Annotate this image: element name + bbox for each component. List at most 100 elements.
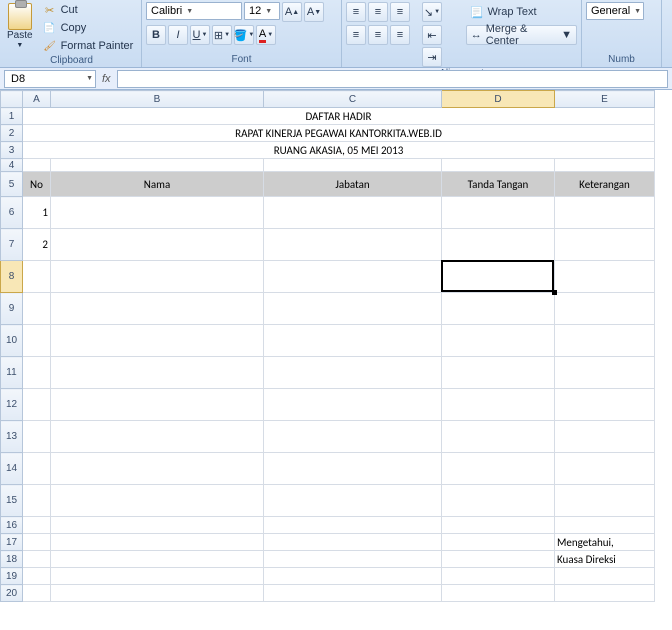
row-head[interactable]: 18 — [1, 551, 23, 568]
cell[interactable] — [555, 389, 655, 421]
cell[interactable] — [264, 585, 442, 602]
row-head[interactable]: 3 — [1, 142, 23, 159]
cell[interactable]: Mengetahui, — [555, 534, 655, 551]
cell[interactable] — [555, 293, 655, 325]
cell[interactable]: Kuasa Direksi — [555, 551, 655, 568]
cell[interactable] — [442, 534, 555, 551]
cell[interactable]: RUANG AKASIA, 05 MEI 2013 — [23, 142, 655, 159]
align-top-button[interactable]: ≡ — [346, 2, 366, 22]
row-head[interactable]: 13 — [1, 421, 23, 453]
cell[interactable] — [51, 568, 264, 585]
cell[interactable] — [23, 293, 51, 325]
font-name-combo[interactable]: Calibri▼ — [146, 2, 242, 20]
cell[interactable] — [264, 453, 442, 485]
col-head-A[interactable]: A — [23, 91, 51, 108]
cell[interactable] — [23, 517, 51, 534]
formula-input[interactable] — [117, 70, 668, 88]
cell[interactable] — [23, 389, 51, 421]
cell[interactable] — [555, 197, 655, 229]
cell[interactable] — [23, 159, 51, 172]
cell[interactable] — [51, 534, 264, 551]
cell[interactable] — [555, 585, 655, 602]
cell[interactable] — [23, 551, 51, 568]
cell[interactable] — [51, 159, 264, 172]
cell[interactable] — [555, 421, 655, 453]
table-header-cell[interactable]: Keterangan — [555, 172, 655, 197]
cell[interactable] — [264, 485, 442, 517]
row-head[interactable]: 8 — [1, 261, 23, 293]
wrap-text-button[interactable]: 📃 Wrap Text — [466, 2, 577, 22]
cell[interactable]: 1 — [23, 197, 51, 229]
cell[interactable] — [442, 159, 555, 172]
cell[interactable] — [51, 517, 264, 534]
col-head-C[interactable]: C — [264, 91, 442, 108]
cell[interactable] — [23, 325, 51, 357]
cell[interactable] — [23, 534, 51, 551]
row-head[interactable]: 1 — [1, 108, 23, 125]
grow-font-button[interactable]: A▲ — [282, 2, 302, 22]
cell[interactable] — [51, 389, 264, 421]
cell[interactable] — [51, 325, 264, 357]
cell[interactable] — [555, 453, 655, 485]
cell[interactable] — [264, 261, 442, 293]
cell[interactable] — [51, 485, 264, 517]
table-header-cell[interactable]: Nama — [51, 172, 264, 197]
cell[interactable]: DAFTAR HADIR — [23, 108, 655, 125]
row-head[interactable]: 9 — [1, 293, 23, 325]
bold-button[interactable]: B — [146, 25, 166, 45]
cell[interactable] — [264, 534, 442, 551]
shrink-font-button[interactable]: A▼ — [304, 2, 324, 22]
row-head[interactable]: 10 — [1, 325, 23, 357]
cell[interactable] — [442, 585, 555, 602]
worksheet[interactable]: A B C D E 1DAFTAR HADIR2RAPAT KINERJA PE… — [0, 90, 672, 602]
cell[interactable] — [264, 389, 442, 421]
italic-button[interactable]: I — [168, 25, 188, 45]
cell[interactable] — [442, 261, 555, 293]
row-head[interactable]: 5 — [1, 172, 23, 197]
cell[interactable] — [555, 159, 655, 172]
decrease-indent-button[interactable]: ⇤ — [422, 25, 442, 45]
col-head-E[interactable]: E — [555, 91, 655, 108]
paste-button[interactable]: Paste ▼ — [6, 2, 34, 50]
cut-button[interactable]: Cut — [38, 2, 139, 18]
copy-button[interactable]: Copy — [38, 20, 139, 36]
row-head[interactable]: 14 — [1, 453, 23, 485]
cell[interactable] — [23, 585, 51, 602]
row-head[interactable]: 15 — [1, 485, 23, 517]
cell[interactable] — [555, 517, 655, 534]
align-center-button[interactable]: ≡ — [368, 25, 388, 45]
col-head-D[interactable]: D — [442, 91, 555, 108]
cell[interactable] — [264, 357, 442, 389]
underline-button[interactable]: U▼ — [190, 25, 210, 45]
cell[interactable] — [264, 568, 442, 585]
fx-icon[interactable]: fx — [102, 73, 111, 85]
row-head[interactable]: 7 — [1, 229, 23, 261]
align-middle-button[interactable]: ≡ — [368, 2, 388, 22]
cell[interactable] — [23, 421, 51, 453]
cell[interactable] — [442, 421, 555, 453]
cell[interactable] — [442, 293, 555, 325]
cell[interactable] — [442, 568, 555, 585]
orientation-button[interactable]: ↘▼ — [422, 2, 442, 22]
align-right-button[interactable]: ≡ — [390, 25, 410, 45]
cell[interactable] — [442, 229, 555, 261]
border-button[interactable]: ⊞▼ — [212, 25, 232, 45]
cell[interactable] — [23, 357, 51, 389]
align-left-button[interactable]: ≡ — [346, 25, 366, 45]
cell[interactable] — [51, 197, 264, 229]
cell[interactable] — [264, 229, 442, 261]
cell[interactable] — [51, 293, 264, 325]
align-bottom-button[interactable]: ≡ — [390, 2, 410, 22]
cell[interactable]: 2 — [23, 229, 51, 261]
cell[interactable] — [51, 551, 264, 568]
cell[interactable] — [442, 389, 555, 421]
font-color-button[interactable]: A▼ — [256, 25, 276, 45]
row-head[interactable]: 6 — [1, 197, 23, 229]
cell[interactable] — [264, 551, 442, 568]
row-head[interactable]: 20 — [1, 585, 23, 602]
table-header-cell[interactable]: No — [23, 172, 51, 197]
cell[interactable]: RAPAT KINERJA PEGAWAI KANTORKITA.WEB.ID — [23, 125, 655, 142]
row-head[interactable]: 11 — [1, 357, 23, 389]
cell[interactable] — [23, 485, 51, 517]
table-header-cell[interactable]: Tanda Tangan — [442, 172, 555, 197]
